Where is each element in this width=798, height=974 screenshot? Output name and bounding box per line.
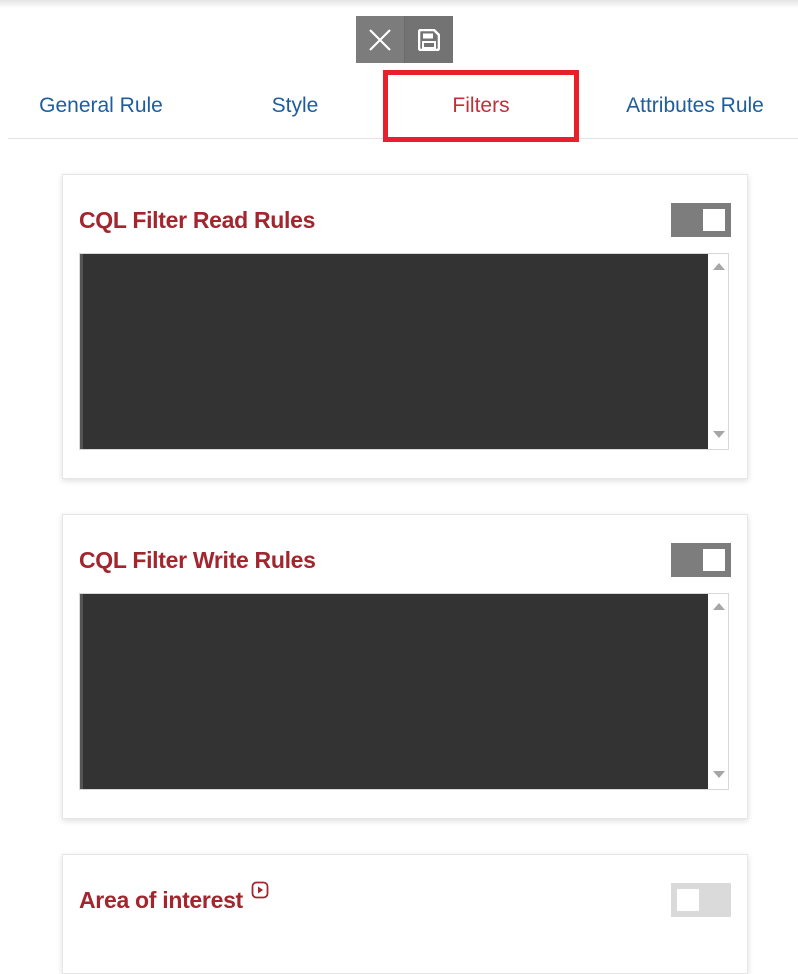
area-of-interest-toggle[interactable]: [671, 883, 731, 917]
cql-write-panel: CQL Filter Write Rules: [62, 514, 748, 819]
toolbar: [356, 16, 453, 63]
toggle-knob: [703, 209, 725, 231]
editor-scrollbar[interactable]: [708, 594, 728, 789]
panel-title-row: Area of interest: [79, 881, 269, 914]
top-shadow: [0, 0, 798, 8]
panel-title: CQL Filter Read Rules: [79, 207, 316, 233]
cql-read-toggle[interactable]: [671, 203, 731, 237]
cql-read-panel: CQL Filter Read Rules: [62, 174, 748, 479]
scroll-down-icon[interactable]: [713, 771, 725, 778]
save-button[interactable]: [404, 16, 453, 63]
cql-write-editor: [79, 593, 729, 790]
editor-scrollbar[interactable]: [708, 254, 728, 449]
close-icon: [369, 28, 391, 51]
area-of-interest-panel: Area of interest: [62, 854, 748, 974]
scroll-down-icon[interactable]: [713, 431, 725, 438]
cql-read-editor: [79, 253, 729, 450]
cql-write-textarea[interactable]: [80, 594, 708, 789]
cql-write-toggle[interactable]: [671, 543, 731, 577]
tab-style[interactable]: Style: [194, 74, 396, 138]
tab-attributes-rule[interactable]: Attributes Rule: [598, 74, 792, 138]
info-play-icon[interactable]: [251, 881, 269, 899]
tab-general-rule[interactable]: General Rule: [8, 74, 194, 138]
save-icon: [418, 28, 440, 51]
toggle-knob: [677, 889, 699, 911]
tab-bar: General Rule Style Filters Attributes Ru…: [8, 74, 798, 139]
cql-read-textarea[interactable]: [80, 254, 708, 449]
panel-title: CQL Filter Write Rules: [79, 547, 316, 573]
panel-title: Area of interest: [79, 887, 243, 913]
close-button[interactable]: [356, 16, 404, 63]
scroll-up-icon[interactable]: [713, 603, 725, 610]
toggle-knob: [703, 549, 725, 571]
scroll-up-icon[interactable]: [713, 263, 725, 270]
tab-filters[interactable]: Filters: [396, 74, 566, 138]
